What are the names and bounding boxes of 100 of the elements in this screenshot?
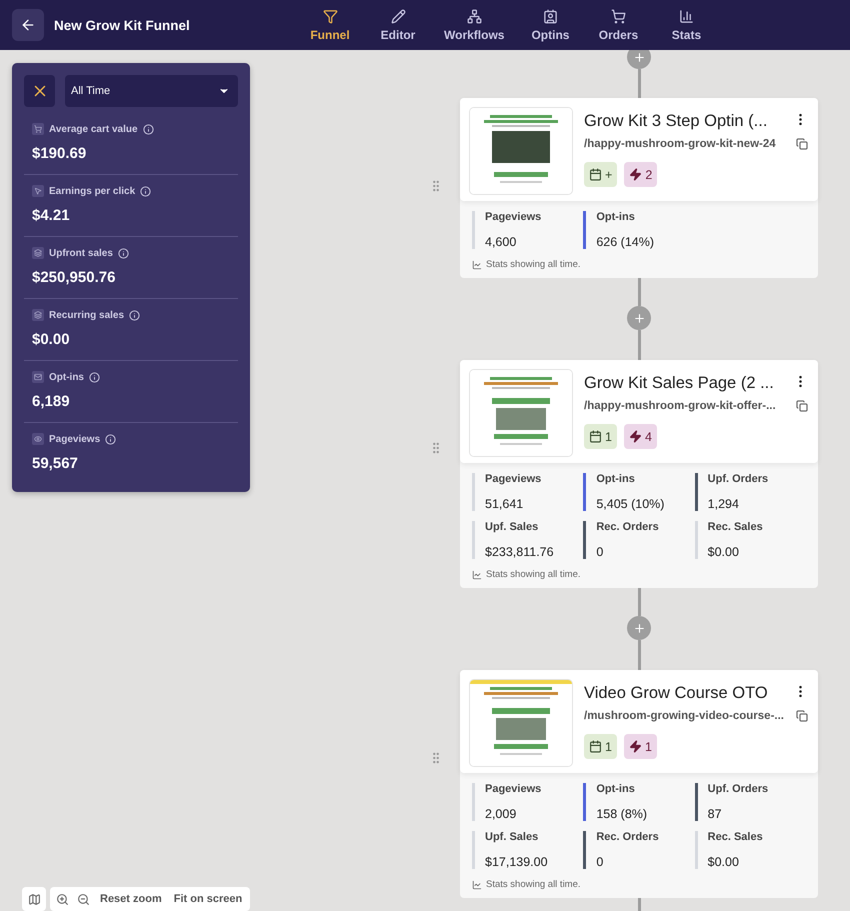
metric-value: 87 xyxy=(708,807,723,821)
funnel-title: New Grow Kit Funnel xyxy=(54,18,191,32)
info-icon[interactable] xyxy=(105,434,116,444)
stat-label: Upfront sales xyxy=(49,248,113,258)
stat-value: $0.00 xyxy=(32,331,71,348)
metric-label: Upf. Sales xyxy=(485,831,540,843)
mail-icon xyxy=(32,371,44,383)
stat-label: Earnings per click xyxy=(49,186,136,196)
fit-on-screen-button[interactable]: Fit on screen xyxy=(172,893,244,905)
eye-icon xyxy=(32,433,44,445)
stats-note: Stats showing all time. xyxy=(486,879,581,890)
metric-label: Pageviews xyxy=(485,473,542,485)
layers-icon xyxy=(32,247,44,259)
workflow-badge[interactable]: 1 xyxy=(584,424,617,449)
chart-icon xyxy=(472,570,482,580)
step-url-path: /happy-mushroom-grow-kit-offer-... xyxy=(584,400,776,412)
add-step-button[interactable] xyxy=(627,616,651,640)
metric-value: $233,811.76 xyxy=(485,545,555,559)
step-url-path: /happy-mushroom-grow-kit-new-24 xyxy=(584,138,776,150)
nav-tab[interactable]: Optins xyxy=(516,8,584,42)
metric-label: Pageviews xyxy=(485,211,542,223)
plus-icon xyxy=(632,622,646,634)
zoom-out-button[interactable] xyxy=(77,892,90,906)
pointer-icon xyxy=(32,185,44,197)
zoom-in-button[interactable] xyxy=(56,892,69,906)
calendar-icon xyxy=(589,740,602,753)
back-button[interactable] xyxy=(12,9,44,41)
stat-value: 6,189 xyxy=(32,393,71,410)
pencil-icon xyxy=(390,8,406,24)
bolt-icon xyxy=(628,740,642,753)
info-icon[interactable] xyxy=(142,124,154,134)
automation-badge[interactable]: 1 xyxy=(624,734,657,759)
nav-tab[interactable]: Orders xyxy=(584,8,652,42)
metric-value: 51,641 xyxy=(485,497,524,511)
nav-tab[interactable]: Workflows xyxy=(432,8,516,42)
metric-value: 626 (14%) xyxy=(596,235,656,249)
bolt-icon xyxy=(628,430,642,443)
copy-button[interactable] xyxy=(796,710,808,722)
metric-label: Opt-ins xyxy=(596,473,636,485)
metric-value: $0.00 xyxy=(708,545,740,559)
metric-label: Upf. Orders xyxy=(708,783,770,795)
metric-value: 1,294 xyxy=(708,497,740,511)
stat-value: $250,950.76 xyxy=(32,269,116,286)
stat-value: $4.21 xyxy=(32,207,71,224)
metric-label: Opt-ins xyxy=(596,211,636,223)
nav-tab[interactable]: Editor xyxy=(364,8,432,42)
metric-value: 0 xyxy=(596,545,604,559)
map-icon xyxy=(28,892,40,906)
copy-icon xyxy=(796,710,808,722)
reset-zoom-button[interactable]: Reset zoom xyxy=(98,893,164,905)
automation-badge[interactable]: 4 xyxy=(624,424,657,449)
metric-value: 2,009 xyxy=(485,807,518,821)
automation-badge[interactable]: 2 xyxy=(624,162,658,187)
plus-icon xyxy=(632,50,646,64)
copy-button[interactable] xyxy=(796,138,808,150)
info-icon[interactable] xyxy=(89,372,100,382)
plus-icon xyxy=(632,312,646,324)
metric-label: Rec. Orders xyxy=(596,831,660,843)
workflow-badge[interactable]: 1 xyxy=(584,734,617,759)
metric-label: Opt-ins xyxy=(596,783,636,795)
workflow-badge[interactable]: + xyxy=(584,162,618,187)
metric-label: Rec. Sales xyxy=(708,831,764,843)
copy-icon xyxy=(796,138,808,150)
period-dropdown[interactable]: All Time xyxy=(65,75,238,107)
metric-label: Upf. Sales xyxy=(485,521,540,533)
info-icon[interactable] xyxy=(129,310,140,320)
metric-label: Pageviews xyxy=(485,783,542,795)
nav-tab[interactable]: Stats xyxy=(652,8,720,42)
copy-icon xyxy=(796,400,808,412)
stat-label: Opt-ins xyxy=(49,372,84,382)
add-step-button[interactable] xyxy=(627,50,651,69)
calendar-icon xyxy=(589,430,602,443)
info-icon[interactable] xyxy=(140,186,152,196)
stat-label: Average cart value xyxy=(49,124,138,134)
metric-value: 4,600 xyxy=(485,235,518,249)
info-icon[interactable] xyxy=(118,248,129,258)
bolt-icon xyxy=(629,168,642,181)
add-step-button[interactable] xyxy=(627,306,651,330)
close-button[interactable] xyxy=(24,75,55,107)
contact-card-icon xyxy=(542,8,558,24)
step-title: Grow Kit Sales Page (2 ... xyxy=(584,374,774,393)
nav-tab[interactable]: Funnel xyxy=(296,8,364,42)
metric-label: Upf. Orders xyxy=(708,473,770,485)
metric-label: Rec. Orders xyxy=(596,521,660,533)
chart-icon xyxy=(472,880,482,890)
step-url-path: /mushroom-growing-video-course-... xyxy=(584,710,784,722)
copy-button[interactable] xyxy=(796,400,808,412)
zoom-out-icon xyxy=(77,892,90,906)
map-button[interactable] xyxy=(22,887,46,911)
stat-value: $190.69 xyxy=(32,145,88,162)
cart-icon xyxy=(610,8,626,24)
step-title: Grow Kit 3 Step Optin (... xyxy=(584,112,768,131)
chart-icon xyxy=(472,260,482,270)
metric-value: $17,139.00 xyxy=(485,855,549,869)
zoom-in-icon xyxy=(56,892,69,906)
metric-value: 5,405 (10%) xyxy=(596,497,666,511)
network-icon xyxy=(466,8,482,24)
metric-value: $0.00 xyxy=(708,855,740,869)
cart-icon xyxy=(32,123,44,135)
layers-icon xyxy=(32,309,44,321)
